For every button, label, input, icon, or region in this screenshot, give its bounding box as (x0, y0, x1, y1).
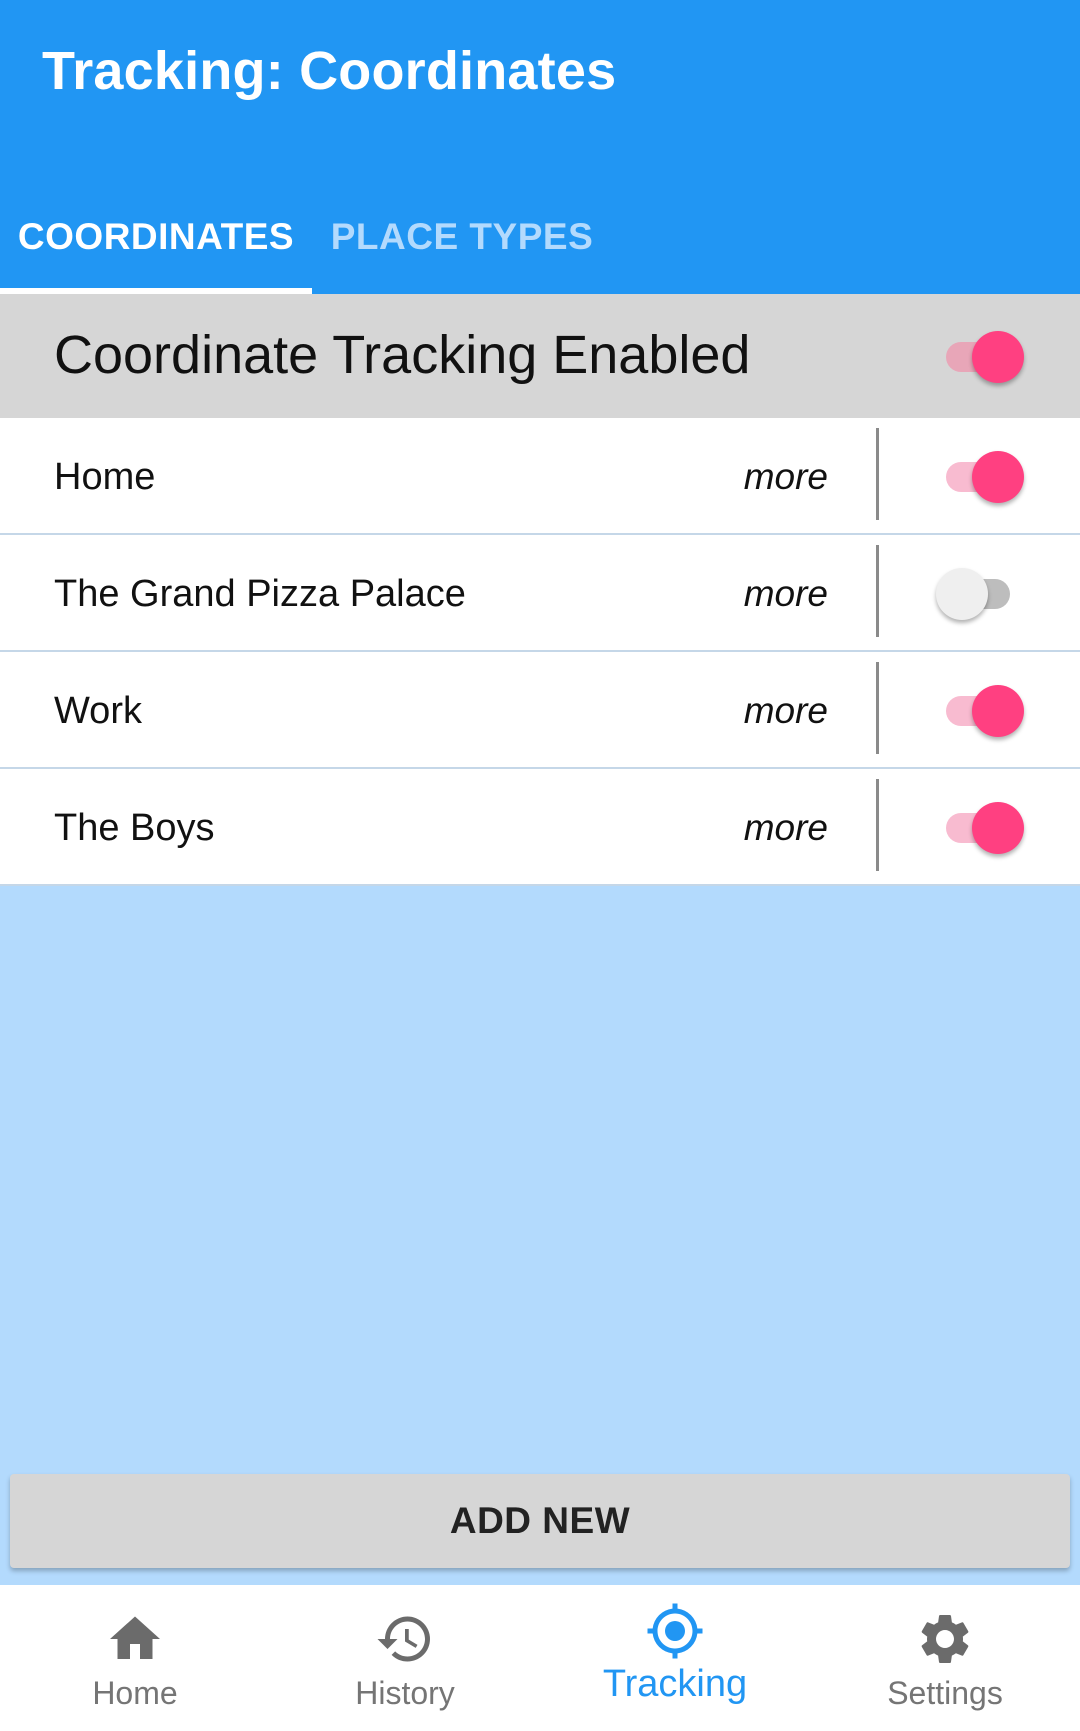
gear-icon (921, 1615, 969, 1663)
switch-thumb (972, 331, 1024, 383)
bottom-nav: Home History Tracking Settings (0, 1585, 1080, 1731)
divider (876, 779, 879, 871)
divider (876, 662, 879, 754)
place-name: The Grand Pizza Palace (54, 573, 466, 615)
switch-thumb (972, 451, 1024, 503)
nav-item-history[interactable]: History (270, 1585, 540, 1731)
nav-item-home[interactable]: Home (0, 1585, 270, 1731)
list-item: The Grand Pizza Palace more (0, 535, 1080, 652)
nav-label: History (355, 1675, 455, 1711)
add-new-button[interactable]: ADD NEW (10, 1474, 1070, 1568)
app-bar: Tracking: Coordinates COORDINATES PLACE … (0, 0, 1080, 294)
place-name: Home (54, 456, 156, 498)
history-icon (377, 1616, 430, 1662)
place-switch[interactable] (936, 680, 1024, 740)
switch-thumb (936, 568, 988, 620)
tab-place-types[interactable]: PLACE TYPES (312, 180, 612, 294)
more-link[interactable]: more (744, 456, 828, 498)
gps-target-icon (647, 1603, 703, 1659)
list-item: Work more (0, 652, 1080, 769)
nav-label: Tracking (602, 1663, 748, 1705)
nav-item-tracking[interactable]: Tracking (540, 1585, 810, 1731)
coordinate-tracking-label: Coordinate Tracking Enabled (54, 325, 751, 385)
nav-item-settings[interactable]: Settings (810, 1585, 1080, 1731)
divider (876, 428, 879, 520)
nav-label: Home (92, 1675, 178, 1711)
place-switch[interactable] (936, 446, 1024, 506)
more-link[interactable]: more (744, 807, 828, 849)
more-link[interactable]: more (744, 573, 828, 615)
page-title: Tracking: Coordinates (42, 41, 617, 101)
place-name: Work (54, 690, 142, 732)
places-list: Home more The Grand Pizza Palace more Wo… (0, 418, 1080, 886)
list-item: The Boys more (0, 769, 1080, 886)
place-name: The Boys (54, 807, 215, 849)
switch-thumb (972, 802, 1024, 854)
list-item: Home more (0, 418, 1080, 535)
home-icon (110, 1616, 160, 1659)
switch-thumb (972, 685, 1024, 737)
tab-coordinates[interactable]: COORDINATES (0, 180, 312, 294)
place-switch[interactable] (936, 563, 1020, 623)
coordinate-tracking-row: Coordinate Tracking Enabled (0, 294, 1080, 418)
divider (876, 545, 879, 637)
nav-label: Settings (887, 1675, 1003, 1711)
place-switch[interactable] (936, 797, 1024, 857)
more-link[interactable]: more (744, 690, 828, 732)
tab-bar: COORDINATES PLACE TYPES (0, 180, 1080, 294)
coordinate-tracking-switch[interactable] (936, 326, 1024, 386)
